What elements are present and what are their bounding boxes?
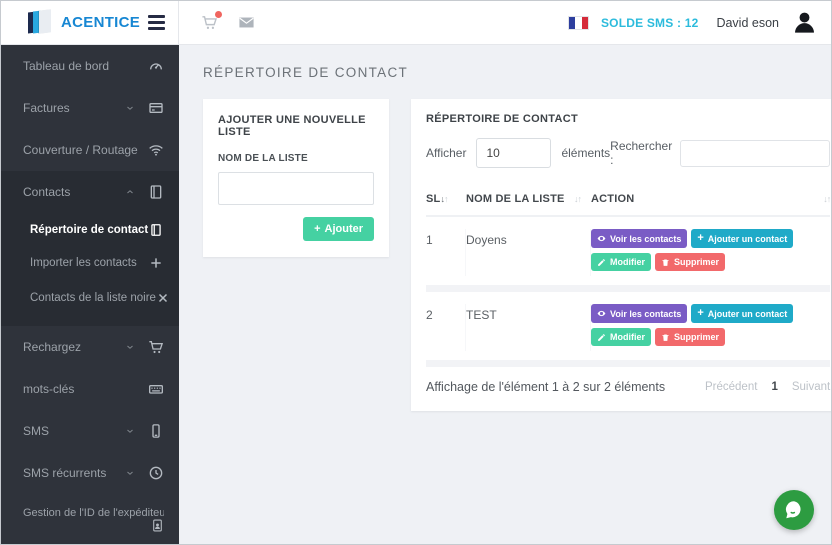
row-list-name: TEST: [466, 304, 591, 351]
sidebar-group-contacts: Contacts Répertoire de contact Importer …: [1, 171, 179, 326]
trash-icon: [662, 334, 669, 341]
sidebar-item-repertoire-de-contact[interactable]: Répertoire de contact: [1, 213, 179, 246]
list-name-input[interactable]: [218, 172, 374, 205]
length-label-suffix: éléments: [561, 146, 611, 160]
top-header: ACENTICE SOLDE SMS : 12 David eson: [1, 1, 831, 45]
sidebar-item-sms-recurrents[interactable]: SMS récurrents: [1, 452, 179, 494]
plus-icon: +: [697, 307, 704, 319]
eye-icon: [597, 235, 606, 242]
times-icon: [156, 291, 170, 305]
page-title: RÉPERTOIRE DE CONTACT: [203, 65, 409, 80]
add-list-card-title: AJOUTER UNE NOUVELLE LISTE: [218, 114, 366, 138]
plus-icon: +: [314, 222, 321, 235]
sort-icon-action[interactable]: ↓↑: [823, 194, 831, 204]
chevron-down-icon: [125, 468, 135, 478]
sidebar-item-contacts[interactable]: Contacts: [1, 171, 179, 213]
edit-list-button[interactable]: Modifier: [591, 253, 651, 271]
chevron-down-icon: [125, 342, 135, 352]
cart-icon[interactable]: [201, 11, 222, 31]
sidebar: Tableau de bord Factures Couverture / Ro…: [1, 45, 179, 544]
list-name-label: NOM DE LA LISTE: [218, 153, 308, 164]
sidebar-item-factures[interactable]: Factures: [1, 87, 179, 129]
edit-list-button[interactable]: Modifier: [591, 328, 651, 346]
column-header-name[interactable]: NOM DE LA LISTE ↓↑: [466, 193, 591, 205]
table-row: 2 TEST Voir les contacts + Ajouter un co…: [426, 292, 831, 367]
cart-icon: [148, 339, 164, 355]
table-row: 1 Doyens Voir les contacts + Ajouter un …: [426, 217, 831, 292]
main-content: RÉPERTOIRE DE CONTACT AJOUTER UNE NOUVEL…: [179, 45, 831, 544]
chat-bubble-icon: [785, 501, 801, 519]
trash-icon: [662, 259, 669, 266]
page-length-select[interactable]: [476, 138, 552, 168]
mobile-icon: [148, 423, 164, 439]
length-label-prefix: Afficher: [426, 146, 467, 160]
chevron-down-icon: [125, 426, 135, 436]
pagination-page-1[interactable]: 1: [771, 381, 777, 393]
sort-icon-name[interactable]: ↓↑: [574, 194, 582, 204]
table-header-row: SL ↓↑ NOM DE LA LISTE ↓↑ ACTION ↓↑: [426, 185, 831, 217]
delete-list-button[interactable]: Supprimer: [655, 253, 726, 271]
table-controls: Afficher éléments Rechercher :: [426, 138, 831, 168]
brand-zone: ACENTICE: [1, 1, 179, 44]
table-card-title: RÉPERTOIRE DE CONTACT: [426, 113, 578, 125]
row-sl: 1: [426, 229, 466, 276]
address-book-icon: [148, 184, 164, 200]
app-window: ACENTICE SOLDE SMS : 12 David eson Table…: [0, 0, 832, 545]
search-label: Rechercher :: [610, 139, 673, 167]
plus-icon: +: [697, 232, 704, 244]
keyboard-icon: [148, 381, 164, 397]
brand-name[interactable]: ACENTICE: [61, 14, 140, 31]
chevron-down-icon: [125, 103, 135, 113]
view-contacts-button[interactable]: Voir les contacts: [591, 304, 688, 323]
cart-notification-dot: [215, 11, 222, 18]
plus-icon: [149, 256, 163, 270]
table-footer: Affichage de l'élément 1 à 2 sur 2 éléme…: [426, 367, 830, 398]
eye-icon: [597, 310, 606, 317]
envelope-icon[interactable]: [238, 14, 255, 31]
sort-icon-sl[interactable]: ↓↑: [440, 194, 448, 204]
hamburger-menu-icon[interactable]: [148, 12, 165, 33]
french-flag-icon[interactable]: [567, 15, 589, 30]
search-input[interactable]: [680, 139, 831, 167]
edit-icon: [598, 258, 605, 266]
wifi-icon: [148, 142, 164, 158]
row-sl: 2: [426, 304, 466, 351]
edit-icon: [598, 333, 605, 341]
sidebar-item-importer-les-contacts[interactable]: Importer les contacts: [1, 246, 179, 279]
add-list-button[interactable]: + Ajouter: [303, 217, 374, 241]
clock-icon: [148, 465, 164, 481]
sms-balance[interactable]: SOLDE SMS : 12: [601, 16, 699, 30]
sidebar-item-sms[interactable]: SMS: [1, 410, 179, 452]
table-info: Affichage de l'élément 1 à 2 sur 2 éléme…: [426, 380, 666, 394]
gauge-icon: [148, 58, 164, 74]
view-contacts-button[interactable]: Voir les contacts: [591, 229, 688, 248]
sidebar-item-gestion-id-expediteur[interactable]: Gestion de l'ID de l'expéditeur: [1, 494, 179, 541]
header-icons: [201, 11, 255, 31]
sidebar-item-rechargez[interactable]: Rechargez: [1, 326, 179, 368]
chevron-up-icon: [125, 187, 135, 197]
address-book-icon: [149, 223, 163, 237]
pagination: Précédent 1 Suivant: [705, 381, 830, 393]
user-name[interactable]: David eson: [716, 16, 779, 30]
row-list-name: Doyens: [466, 229, 591, 276]
add-contact-button[interactable]: + Ajouter un contact: [691, 304, 794, 323]
sidebar-item-mots-cles[interactable]: mots-clés: [1, 368, 179, 410]
pagination-previous[interactable]: Précédent: [705, 381, 757, 393]
pagination-next[interactable]: Suivant: [792, 381, 830, 393]
header-right: SOLDE SMS : 12 David eson: [567, 9, 831, 36]
credit-card-icon: [148, 100, 164, 116]
sidebar-item-couverture-routage[interactable]: Couverture / Routage: [1, 129, 179, 171]
add-list-card: AJOUTER UNE NOUVELLE LISTE NOM DE LA LIS…: [203, 99, 389, 257]
delete-list-button[interactable]: Supprimer: [655, 328, 726, 346]
chat-widget-button[interactable]: [774, 490, 814, 530]
add-contact-button[interactable]: + Ajouter un contact: [691, 229, 794, 248]
brand-logo-icon: [28, 9, 52, 36]
contact-directory-card: RÉPERTOIRE DE CONTACT Afficher éléments …: [411, 99, 831, 411]
column-header-sl[interactable]: SL ↓↑: [426, 193, 466, 205]
column-header-action[interactable]: ACTION ↓↑: [591, 193, 831, 205]
user-avatar-icon[interactable]: [791, 9, 818, 36]
id-badge-icon: [151, 519, 164, 532]
sidebar-item-tableau-de-bord[interactable]: Tableau de bord: [1, 45, 179, 87]
sidebar-item-contacts-liste-noire[interactable]: Contacts de la liste noire: [1, 279, 179, 317]
